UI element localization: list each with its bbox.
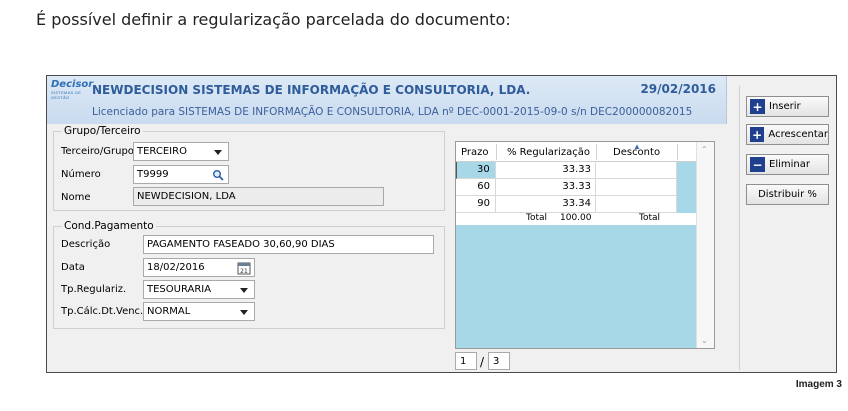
nome-field: NEWDECISION, LDA [133, 187, 384, 206]
page-current-input[interactable]: 1 [455, 352, 477, 370]
cell-perc[interactable]: 33.33 [496, 179, 596, 196]
cell-perc[interactable]: 33.33 [496, 162, 596, 179]
header-regularizacao[interactable]: % Regularização [507, 147, 590, 158]
add-row-icon: + [750, 127, 765, 142]
table-row[interactable]: 90 33.34 [456, 196, 696, 213]
totals-row: Total 100.00 Total [456, 213, 696, 225]
page-total: 3 [488, 352, 510, 370]
cell-perc[interactable]: 33.34 [496, 196, 596, 213]
app-header: Decisor SISTEMAS DE GESTÃO NEWDECISION S… [47, 76, 727, 124]
cell-desc[interactable] [596, 162, 677, 179]
company-name: NEWDECISION SISTEMAS DE INFORMAÇÃO E CON… [92, 83, 531, 97]
table-row[interactable]: 30 33.33 [456, 162, 696, 179]
image-label: Imagem 3 [795, 379, 842, 390]
terceiro-select[interactable]: TERCEIRO [133, 142, 229, 161]
header-prazo[interactable]: Prazo [461, 147, 488, 158]
data-input[interactable]: 18/02/2016 21 [143, 258, 255, 277]
decisor-logo: Decisor SISTEMAS DE GESTÃO [51, 79, 94, 101]
numero-input[interactable]: T9999 [133, 165, 229, 184]
header-date: 29/02/2016 [640, 82, 716, 96]
search-icon[interactable] [209, 166, 227, 183]
cell-desc[interactable] [596, 196, 677, 213]
sort-arrow-icon: ▲ [633, 142, 641, 151]
license-info: Licenciado para SISTEMAS DE INFORMAÇÃO E… [92, 106, 693, 118]
tpregulariz-select[interactable]: TESOURARIA [143, 280, 255, 299]
calendar-icon[interactable]: 21 [235, 259, 253, 276]
table-row[interactable]: 60 33.33 [456, 179, 696, 196]
page-separator: / [480, 355, 485, 369]
grid-header: Prazo % Regularização Desconto ▲ [456, 142, 696, 162]
tpcalc-select[interactable]: NORMAL [143, 302, 255, 321]
descricao-input[interactable]: PAGAMENTO FASEADO 30,60,90 DIAS [143, 235, 434, 254]
cell-prazo[interactable]: 60 [456, 179, 496, 196]
distribuir-button[interactable]: Distribuir % [746, 184, 829, 205]
acrescentar-button[interactable]: + Acrescentar [746, 124, 829, 145]
scroll-up-icon[interactable]: ⌃ [701, 145, 708, 154]
total-value: 100.00 [560, 213, 592, 223]
group-cond-title: Cond.Pagamento [62, 220, 156, 232]
group-terceiro-title: Grupo/Terceiro [62, 125, 143, 137]
total-label-desconto: Total [639, 213, 661, 223]
grid-body: Prazo % Regularização Desconto ▲ 30 33.3… [456, 142, 696, 348]
terceiro-label: Terceiro/Grupo [61, 146, 134, 157]
regularization-window: Decisor SISTEMAS DE GESTÃO NEWDECISION S… [46, 75, 837, 373]
descricao-label: Descrição [61, 239, 111, 250]
installments-grid[interactable]: Prazo % Regularização Desconto ▲ 30 33.3… [455, 141, 715, 349]
minus-icon: − [750, 157, 765, 172]
tpregulariz-label: Tp.Regulariz. [61, 284, 127, 295]
scroll-down-icon[interactable]: ⌄ [701, 336, 708, 345]
action-panel: + Inserir + Acrescentar − Eliminar Distr… [739, 86, 834, 370]
grid-scrollbar[interactable]: ⌃ ⌄ [696, 142, 714, 348]
nome-label: Nome [61, 192, 91, 203]
page-caption: É possível definir a regularização parce… [36, 10, 511, 29]
total-label: Total [526, 213, 548, 223]
data-label: Data [61, 262, 85, 273]
numero-label: Número [61, 169, 101, 180]
svg-text:21: 21 [240, 268, 248, 275]
cell-prazo[interactable]: 90 [456, 196, 496, 213]
cell-prazo[interactable]: 30 [456, 162, 496, 179]
cell-desc[interactable] [596, 179, 677, 196]
tpcalc-label: Tp.Cálc.Dt.Venc. [61, 306, 144, 317]
plus-icon: + [750, 99, 765, 114]
eliminar-button[interactable]: − Eliminar [746, 154, 829, 175]
inserir-button[interactable]: + Inserir [746, 96, 829, 117]
